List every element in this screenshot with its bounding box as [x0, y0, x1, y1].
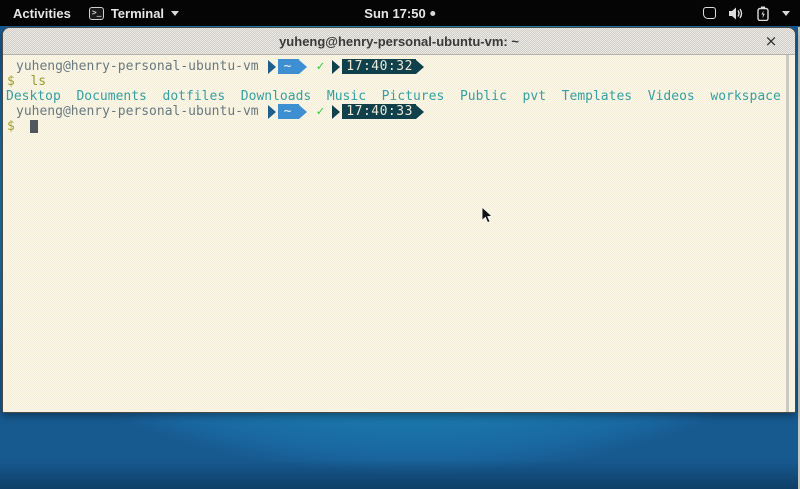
powerline-arrow-icon: [416, 60, 424, 74]
directory-name: Templates: [562, 89, 632, 104]
close-button[interactable]: ×: [761, 28, 781, 54]
powerline-arrow-icon: [268, 60, 276, 74]
chevron-down-icon: [782, 11, 790, 16]
terminal-content[interactable]: yuheng@henry-personal-ubuntu-vm ~ ✓ 17:4…: [3, 55, 795, 413]
scrollbar[interactable]: [786, 55, 789, 413]
directory-name: dotfiles: [163, 89, 226, 104]
activities-button[interactable]: Activities: [13, 6, 71, 21]
window-title: yuheng@henry-personal-ubuntu-vm: ~: [279, 34, 519, 49]
command-text: ls: [30, 74, 46, 89]
display-icon: [703, 7, 716, 19]
battery-icon: [757, 6, 769, 21]
powerline-arrow-icon: [268, 105, 276, 119]
directory-name: pvt: [523, 89, 546, 104]
powerline-arrow-icon: [299, 60, 307, 74]
prompt-symbol: $: [7, 74, 15, 89]
prompt-symbol: $: [7, 119, 15, 134]
input-line[interactable]: $: [3, 119, 795, 134]
prompt-user: yuheng@henry-personal-ubuntu-vm: [16, 59, 259, 74]
directory-name: Downloads: [241, 89, 311, 104]
ls-output: Desktop Documents dotfiles Downloads Mus…: [3, 89, 795, 104]
top-bar: Activities >_ Terminal Sun 17:50: [0, 0, 800, 26]
checkmark-icon: ✓: [316, 59, 324, 74]
clock-button[interactable]: Sun 17:50: [364, 0, 435, 26]
directory-name: Videos: [648, 89, 695, 104]
text-cursor: [30, 120, 38, 133]
directory-name: Music: [327, 89, 366, 104]
notification-dot-icon: [431, 11, 436, 16]
powerline-arrow-icon: [332, 105, 340, 119]
app-menu-label: Terminal: [111, 6, 164, 21]
directory-name: Documents: [76, 89, 146, 104]
chevron-down-icon: [171, 11, 179, 16]
system-status-area[interactable]: [703, 0, 790, 26]
powerline-segments: ~ ✓ 17:40:32: [268, 59, 424, 74]
directory-name: Public: [460, 89, 507, 104]
directory-name: Pictures: [382, 89, 445, 104]
prompt-line: yuheng@henry-personal-ubuntu-vm ~ ✓ 17:4…: [3, 59, 795, 74]
powerline-segments: ~ ✓ 17:40:33: [268, 104, 424, 119]
window-titlebar[interactable]: yuheng@henry-personal-ubuntu-vm: ~ ×: [3, 28, 795, 55]
prompt-line: yuheng@henry-personal-ubuntu-vm ~ ✓ 17:4…: [3, 104, 795, 119]
directory-name: Desktop: [6, 89, 61, 104]
prompt-path-segment: ~: [278, 59, 300, 74]
clock-label: Sun 17:50: [364, 6, 425, 21]
terminal-window: yuheng@henry-personal-ubuntu-vm: ~ × yuh…: [2, 27, 796, 413]
command-line: $ ls: [3, 74, 795, 89]
powerline-arrow-icon: [332, 60, 340, 74]
powerline-arrow-icon: [416, 105, 424, 119]
directory-name: workspace: [710, 89, 780, 104]
desktop: Activities >_ Terminal Sun 17:50: [0, 0, 800, 489]
prompt-path-segment: ~: [278, 104, 300, 119]
app-menu[interactable]: >_ Terminal: [89, 6, 179, 21]
prompt-time-segment: 17:40:32: [342, 59, 416, 74]
powerline-arrow-icon: [299, 105, 307, 119]
mouse-pointer-icon: [481, 206, 493, 224]
volume-icon: [729, 7, 744, 20]
terminal-app-icon: >_: [89, 7, 104, 20]
prompt-time-segment: 17:40:33: [342, 104, 416, 119]
prompt-user: yuheng@henry-personal-ubuntu-vm: [16, 104, 259, 119]
checkmark-icon: ✓: [316, 104, 324, 119]
